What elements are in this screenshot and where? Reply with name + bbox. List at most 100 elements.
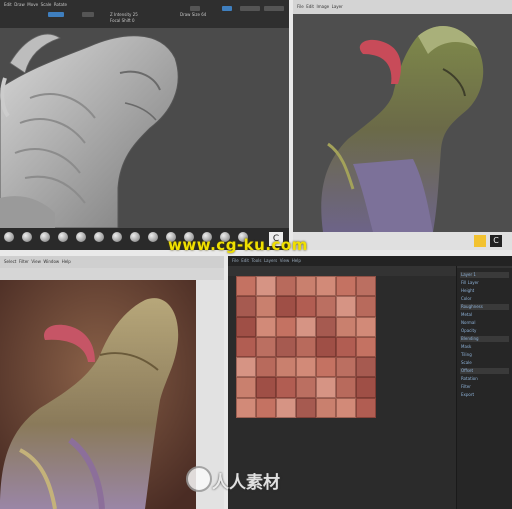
menu-item[interactable]: Help	[62, 259, 71, 264]
zbrush-menu-item[interactable]: Draw	[14, 2, 24, 7]
zbrush-slider[interactable]: Z Intensity 25	[110, 13, 138, 17]
texture-tile	[236, 276, 256, 297]
texture-tile	[236, 377, 256, 398]
texture-tile	[336, 357, 356, 378]
zbrush-toggle-button[interactable]	[264, 6, 284, 11]
property-row[interactable]: Mask	[460, 344, 509, 350]
zbrush-toggle-button[interactable]	[222, 6, 232, 11]
brush-thumbnail[interactable]	[22, 232, 32, 242]
property-row[interactable]: Filter	[460, 384, 509, 390]
brush-thumbnail[interactable]	[76, 232, 86, 242]
app-icon[interactable]: C	[269, 232, 283, 246]
brush-thumbnail[interactable]	[238, 232, 248, 242]
property-row[interactable]: Color	[460, 296, 509, 302]
zbrush-menu: Edit Draw Move Scale Rotate	[4, 3, 67, 7]
texture-tile	[296, 276, 316, 297]
brush-thumbnail[interactable]	[184, 232, 194, 242]
zbrush-toolbar: Edit Draw Move Scale Rotate Z Intensity …	[0, 0, 289, 29]
texture-tool-menubar: File Edit Tools Layers View Help	[228, 256, 512, 266]
menu-item[interactable]: Edit	[241, 258, 249, 263]
zbrush-menu-item[interactable]: Move	[27, 2, 38, 7]
property-row[interactable]: Height	[460, 288, 509, 294]
brush-thumbnail[interactable]	[40, 232, 50, 242]
texture-tile	[276, 296, 296, 317]
brush-thumbnail[interactable]	[202, 232, 212, 242]
texture-tile	[316, 316, 336, 337]
property-rows: Layer 1 Fill Layer Height Color Roughness Met…	[457, 268, 512, 402]
texture-tile	[296, 296, 316, 317]
property-row[interactable]: Metal	[460, 312, 509, 318]
zbrush-brush-strip: C	[0, 228, 289, 250]
sculpted-creature-head	[0, 33, 179, 228]
taskbar-icon[interactable]	[474, 235, 486, 247]
menu-item[interactable]: Window	[43, 259, 59, 264]
texture-tile	[296, 336, 316, 358]
zbrush-toggle-button[interactable]	[82, 12, 94, 17]
brush-thumbnail[interactable]	[94, 232, 104, 242]
texture-tile	[316, 276, 336, 297]
menu-item[interactable]: Layers	[264, 258, 277, 263]
texture-tile	[276, 336, 296, 358]
zbrush-viewport[interactable]	[0, 28, 289, 228]
menu-item[interactable]: Tools	[252, 258, 262, 263]
texture-tile	[356, 377, 376, 398]
taskbar-icon[interactable]: C	[490, 235, 502, 247]
menu-item[interactable]: View	[31, 259, 41, 264]
menu-item[interactable]: Select	[4, 259, 16, 264]
zbrush-slider[interactable]: Focal Shift 0	[110, 19, 135, 23]
texture-tile	[256, 296, 276, 317]
brush-thumbnail[interactable]	[4, 232, 14, 242]
menu-item[interactable]: Image	[317, 4, 330, 9]
zbrush-menu-item[interactable]: Scale	[41, 2, 52, 7]
texture-tile	[356, 397, 376, 418]
texture-tile	[256, 336, 276, 358]
brush-thumbnail[interactable]	[112, 232, 122, 242]
texture-tile	[276, 397, 296, 418]
zbrush-toggle-button[interactable]	[48, 12, 64, 17]
property-row[interactable]: Layer 1	[460, 272, 509, 278]
texture-tile	[356, 316, 376, 337]
zbrush-menu-item[interactable]: Edit	[4, 2, 12, 7]
brush-thumbnail[interactable]	[58, 232, 68, 242]
brush-thumbnail[interactable]	[220, 232, 230, 242]
brush-thumbnail[interactable]	[166, 232, 176, 242]
property-row[interactable]: Blending	[460, 336, 509, 342]
brush-row	[4, 232, 248, 242]
property-row[interactable]: Normal	[460, 320, 509, 326]
menu-item[interactable]: Help	[292, 258, 301, 263]
menu-item[interactable]: View	[280, 258, 290, 263]
zbrush-toggle-button[interactable]	[190, 6, 200, 11]
photoshop-canvas[interactable]	[0, 280, 196, 509]
texture-tile	[276, 316, 296, 337]
texture-tile-grid	[236, 276, 376, 418]
menu-item[interactable]: File	[297, 4, 304, 9]
menu-item[interactable]: File	[232, 258, 239, 263]
zbrush-toggle-button[interactable]	[240, 6, 260, 11]
property-row[interactable]: Scale	[460, 360, 509, 366]
property-row[interactable]: Offset	[460, 368, 509, 374]
menu-item[interactable]: Layer	[332, 4, 343, 9]
zbrush-menu-item[interactable]: Rotate	[54, 2, 67, 7]
uv-texture-viewport[interactable]	[236, 276, 376, 418]
texture-tile	[236, 397, 256, 418]
brush-thumbnail[interactable]	[130, 232, 140, 242]
texture-tile	[336, 336, 356, 358]
property-row[interactable]: Tiling	[460, 352, 509, 358]
texture-tile	[336, 296, 356, 317]
texture-tile	[296, 357, 316, 378]
property-row[interactable]: Roughness	[460, 304, 509, 310]
texture-tile	[256, 276, 276, 297]
brush-thumbnail[interactable]	[148, 232, 158, 242]
property-row[interactable]: Opacity	[460, 328, 509, 334]
menu-item[interactable]: Edit	[306, 4, 314, 9]
property-row[interactable]: Fill Layer	[460, 280, 509, 286]
menu-item[interactable]: Filter	[19, 259, 29, 264]
property-row[interactable]: Export	[460, 392, 509, 398]
property-row[interactable]: Rotation	[460, 376, 509, 382]
zbrush-screenshot: Edit Draw Move Scale Rotate Z Intensity …	[0, 0, 289, 250]
zbrush-slider[interactable]: Draw Size 64	[180, 13, 206, 17]
texture-tile	[236, 316, 256, 337]
texture-tile	[356, 296, 376, 317]
photoshop-canvas[interactable]	[293, 14, 512, 232]
texture-tile	[336, 397, 356, 418]
